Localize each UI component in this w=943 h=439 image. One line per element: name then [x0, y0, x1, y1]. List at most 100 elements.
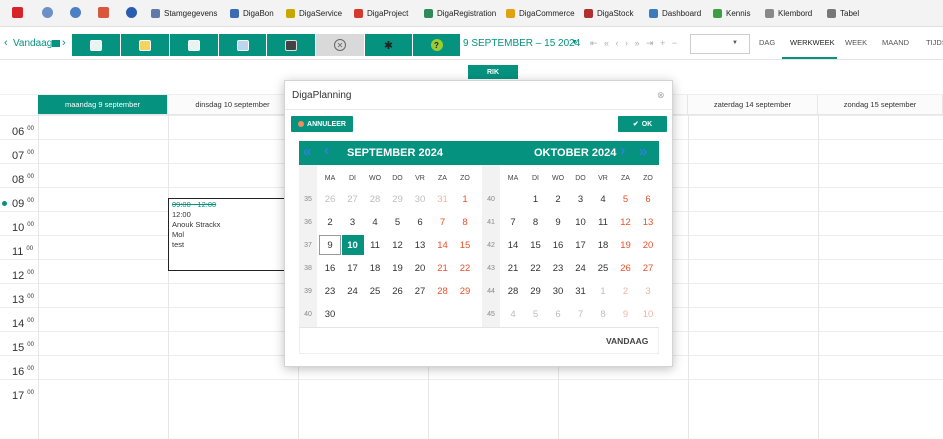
date-cell[interactable]: 26 [387, 281, 409, 301]
today-link[interactable]: Vandaag [13, 38, 52, 49]
tab-tijds[interactable]: TIJDS [926, 38, 943, 47]
date-cell[interactable]: 1 [592, 281, 614, 301]
date-cell[interactable]: 25 [592, 258, 614, 278]
date-cell[interactable]: 11 [364, 235, 386, 255]
date-cell[interactable]: 7 [502, 212, 524, 232]
date-cell[interactable]: 4 [364, 212, 386, 232]
date-cell[interactable]: 21 [432, 258, 454, 278]
date-cell[interactable]: 12 [387, 235, 409, 255]
nav-item-tabel[interactable]: Tabel [827, 6, 859, 20]
date-cell[interactable]: 3 [342, 212, 364, 232]
clear-button[interactable]: ✕ [316, 34, 365, 56]
calendar-icon[interactable] [52, 40, 60, 47]
date-cell[interactable]: 14 [502, 235, 524, 255]
calendar-event[interactable]: 09:00 - 12:00 12:00 Anouk Strackx Mol te… [168, 198, 289, 271]
cancel-button[interactable]: ANNULEER [291, 116, 353, 132]
nav-item-kennis[interactable]: Kennis [713, 6, 750, 20]
date-cell[interactable]: 5 [387, 212, 409, 232]
date-cell[interactable]: 2 [319, 212, 341, 232]
date-cell[interactable]: 29 [525, 281, 547, 301]
date-cell[interactable]: 30 [319, 304, 341, 324]
tab-werkweek[interactable]: WERKWEEK [790, 38, 835, 47]
date-cell[interactable]: 31 [432, 189, 454, 209]
date-cell[interactable]: 8 [592, 304, 614, 324]
date-cell[interactable]: 1 [525, 189, 547, 209]
nav-item-digacommerce[interactable]: DigaCommerce [506, 6, 575, 20]
today-button[interactable]: VANDAAG [606, 336, 648, 346]
date-cell[interactable]: 28 [502, 281, 524, 301]
date-cell[interactable]: 10 [637, 304, 659, 324]
day-header[interactable]: zondag 15 september [818, 95, 943, 115]
date-cell[interactable]: 16 [547, 235, 569, 255]
new-appointment-button[interactable] [72, 34, 121, 56]
chevron-right-icon[interactable]: › [62, 37, 66, 49]
date-cell[interactable]: 22 [454, 258, 476, 278]
pager-controls[interactable]: ⇤ « ‹ › » ⇥ + − [590, 38, 679, 49]
date-cell[interactable]: 28 [364, 189, 386, 209]
date-cell[interactable]: 20 [637, 235, 659, 255]
double-chevron-right-icon[interactable]: » [639, 143, 647, 160]
date-cell[interactable]: 3 [637, 281, 659, 301]
date-cell[interactable]: 30 [547, 281, 569, 301]
date-cell[interactable]: 4 [502, 304, 524, 324]
day-header[interactable]: dinsdag 10 september [168, 95, 298, 115]
date-cell[interactable]: 15 [525, 235, 547, 255]
nav-item-stamgegevens[interactable]: Stamgegevens [151, 6, 217, 20]
chevron-down-icon[interactable]: ▼ [571, 39, 578, 46]
date-cell[interactable]: 9 [615, 304, 637, 324]
date-cell[interactable]: 6 [637, 189, 659, 209]
date-cell[interactable]: 2 [547, 189, 569, 209]
nav-item-klembord[interactable]: Klembord [765, 6, 812, 20]
day-header[interactable]: maandag 9 september [38, 95, 168, 115]
date-cell[interactable]: 23 [319, 281, 341, 301]
nav-item-digaregistration[interactable]: DigaRegistration [424, 6, 496, 20]
chevron-left-icon[interactable]: ‹ [4, 37, 8, 49]
date-cell[interactable]: 10 [570, 212, 592, 232]
date-cell[interactable]: 27 [342, 189, 364, 209]
date-cell[interactable]: 26 [615, 258, 637, 278]
date-cell[interactable]: 24 [342, 281, 364, 301]
date-cell[interactable]: 16 [319, 258, 341, 278]
date-cell[interactable]: 3 [570, 189, 592, 209]
date-cell[interactable]: 11 [592, 212, 614, 232]
date-cell[interactable]: 12 [615, 212, 637, 232]
date-cell[interactable]: 27 [637, 258, 659, 278]
ok-button[interactable]: ✔ OK [618, 116, 667, 132]
date-cell[interactable]: 6 [409, 212, 431, 232]
nav-item-digastock[interactable]: DigaStock [584, 6, 633, 20]
date-cell[interactable]: 31 [570, 281, 592, 301]
nav-item-digabon[interactable]: DigaBon [230, 6, 274, 20]
nav-item-digaproject[interactable]: DigaProject [354, 6, 408, 20]
task-button[interactable] [170, 34, 219, 56]
date-cell[interactable]: 25 [364, 281, 386, 301]
date-cell[interactable]: 7 [570, 304, 592, 324]
resource-chip[interactable]: RIK [468, 65, 518, 79]
resource-select[interactable] [690, 34, 750, 54]
tab-maand[interactable]: MAAND [882, 38, 909, 47]
date-cell[interactable]: 23 [547, 258, 569, 278]
date-cell[interactable]: 29 [454, 281, 476, 301]
tab-dag[interactable]: DAG [759, 38, 775, 47]
chevron-right-icon[interactable]: › [620, 142, 625, 160]
date-cell[interactable]: 17 [342, 258, 364, 278]
nav-item-dashboard[interactable]: Dashboard [649, 6, 701, 20]
date-cell[interactable]: 18 [364, 258, 386, 278]
date-range-label[interactable]: 9 SEPTEMBER – 15 2024 [463, 38, 580, 49]
date-cell[interactable]: 10 [341, 235, 364, 255]
date-cell[interactable]: 26 [319, 189, 341, 209]
date-cell[interactable]: 9 [319, 235, 341, 255]
date-cell[interactable]: 6 [547, 304, 569, 324]
date-cell[interactable]: 18 [592, 235, 614, 255]
nav-item-digaservice[interactable]: DigaService [286, 6, 342, 20]
date-cell[interactable]: 15 [454, 235, 476, 255]
sync-icon[interactable] [70, 7, 81, 18]
date-cell[interactable]: 24 [570, 258, 592, 278]
double-chevron-left-icon[interactable]: « [303, 143, 311, 160]
gear-icon[interactable] [126, 7, 137, 18]
date-cell[interactable]: 14 [432, 235, 454, 255]
date-cell[interactable]: 8 [454, 212, 476, 232]
date-cell[interactable]: 5 [615, 189, 637, 209]
date-cell[interactable]: 2 [615, 281, 637, 301]
help-button[interactable]: ? [413, 34, 461, 56]
date-cell[interactable]: 22 [525, 258, 547, 278]
